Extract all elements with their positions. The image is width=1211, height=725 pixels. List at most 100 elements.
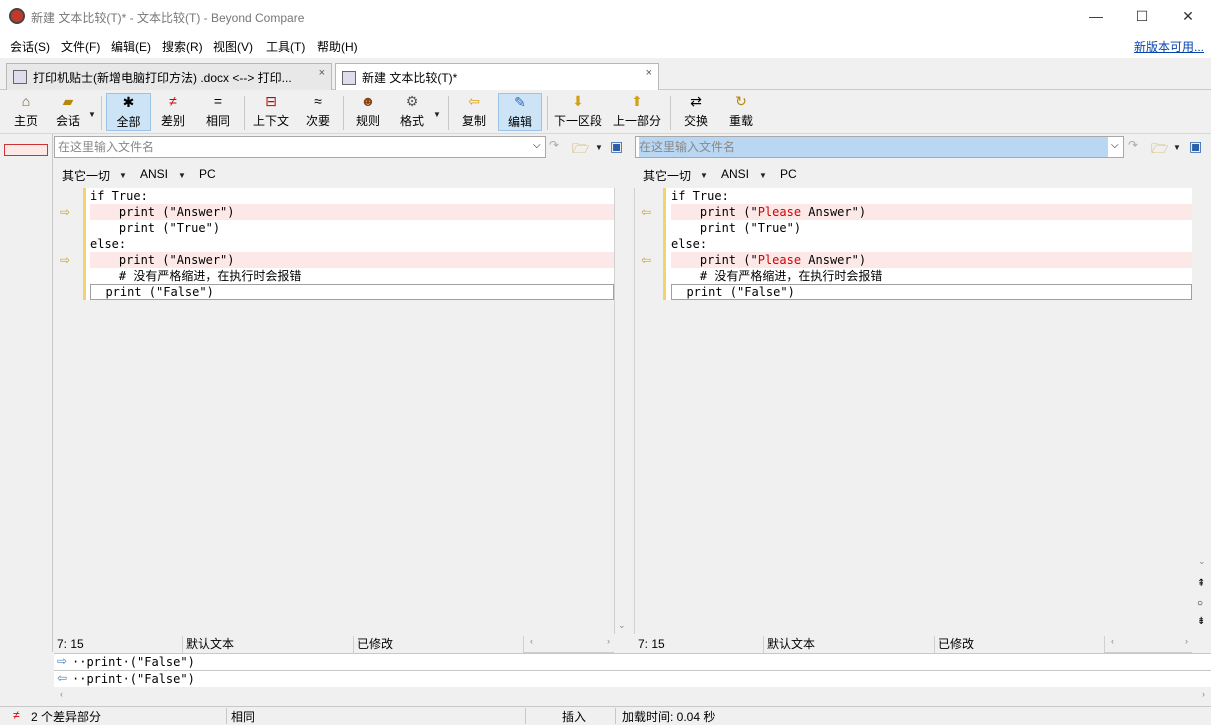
show-diffs-button[interactable]: ≠ 差别 [155,93,191,131]
right-modified-state: 已修改 [935,636,1105,653]
right-scroll-down-icon[interactable]: ⌄ [1198,556,1206,567]
right-format-select[interactable]: 其它一切 [643,167,691,184]
left-text-pane[interactable]: ⇨ ⇨ if True: print ("Answer") print ("Tr… [54,188,614,634]
menu-view[interactable]: 视图(V) [213,38,253,55]
left-encoding-dropdown-icon[interactable]: ▼ [178,171,186,180]
left-line-5: print ("Answer") [90,252,614,268]
tab-text-compare[interactable]: 新建 文本比较(T)* × [335,63,659,91]
right-diff-arrow-icon[interactable]: ⇦ [641,253,651,267]
menu-tools[interactable]: 工具(T) [266,38,305,55]
approx-icon: ≈ [314,93,322,109]
diff-overview-thumbnail[interactable] [4,144,48,156]
scroll-right-icon[interactable]: › [607,636,610,646]
next-diff-nav-icon[interactable]: ⇟ [1197,616,1205,627]
format-dropdown-icon[interactable]: ▼ [433,110,441,119]
edit-button[interactable]: ✎ 编辑 [498,93,542,131]
left-h-scrollbar[interactable]: ‹ › [524,636,614,653]
right-line-4: else: [671,237,708,251]
tab-word-compare[interactable]: 打印机贴士(新增电脑打印方法) .docx <--> 打印... × [6,63,332,90]
left-cursor-position: 7: 15 [54,636,183,653]
right-folder-dropdown-icon[interactable]: ▼ [1173,143,1181,152]
menu-help[interactable]: 帮助(H) [317,38,358,55]
session-dropdown-icon[interactable]: ▼ [88,110,96,119]
scroll-left-icon[interactable]: ‹ [1111,636,1114,646]
detail-h-scrollbar[interactable]: ‹ › [54,687,1211,705]
context-button[interactable]: ⊟ 上下文 [250,93,292,131]
close-tab-icon[interactable]: × [319,67,325,79]
left-scroll-down-icon[interactable]: ⌄ [618,620,626,631]
not-equal-status-icon: ≠ [13,708,20,722]
beyond-compare-logo-icon [9,8,25,24]
right-format-dropdown-icon[interactable]: ▼ [700,171,708,180]
close-tab-icon[interactable]: × [646,67,652,79]
right-line-1: if True: [671,189,729,203]
right-line-2: print ("Please Answer") [671,204,1192,220]
tab-label: 新建 文本比较(T)* [362,71,458,85]
right-arrow-marker-icon: ⇦ [57,671,68,685]
copy-button[interactable]: ⇦ 复制 [456,93,492,131]
right-save-icon[interactable]: ▣ [1189,138,1202,155]
detail-line-left: ⇨ ··print·("False") [54,653,1211,670]
minor-button[interactable]: ≈ 次要 [300,93,336,131]
left-open-folder-icon[interactable]: 🗁 [572,138,589,162]
left-filename-input[interactable]: 在这里输入文件名 [54,136,546,158]
minimize-button[interactable]: — [1073,0,1119,32]
right-diff-arrow-icon[interactable]: ⇦ [641,205,651,219]
format-button[interactable]: ⚙ 格式 [394,93,430,131]
menu-edit[interactable]: 编辑(E) [111,38,151,55]
home-button[interactable]: ⌂ 主页 [8,93,44,131]
right-lineend-label[interactable]: PC [780,167,797,181]
right-open-folder-icon[interactable]: 🗁 [1151,138,1168,162]
left-folder-dropdown-icon[interactable]: ▼ [595,143,603,152]
center-splitter[interactable] [614,188,635,634]
right-encoding-dropdown-icon[interactable]: ▼ [759,171,767,180]
next-section-button[interactable]: ⬇ 下一区段 [552,93,604,131]
status-divider [226,708,227,724]
left-diff-arrow-icon[interactable]: ⇨ [60,253,70,267]
menu-file[interactable]: 文件(F) [61,38,100,55]
toolbar-separator [244,96,245,130]
right-refresh-icon[interactable]: ↷ [1128,138,1138,152]
session-button[interactable]: ▰ 会话 [50,93,86,131]
menu-session[interactable]: 会话(S) [10,38,50,55]
reload-icon: ↻ [735,93,747,109]
right-h-scrollbar[interactable]: ‹ › [1105,636,1192,653]
scroll-left-icon[interactable]: ‹ [60,689,63,699]
left-lineend-label[interactable]: PC [199,167,216,181]
prev-diff-nav-icon[interactable]: ⇞ [1197,578,1205,589]
close-button[interactable]: ✕ [1165,0,1211,32]
right-text-pane[interactable]: ⇦ ⇦ if True: print ("Please Answer") pri… [635,188,1192,634]
scroll-left-icon[interactable]: ‹ [530,636,533,646]
right-scrollbar[interactable] [1192,188,1211,634]
right-cursor-position: 7: 15 [635,636,764,653]
left-format-select[interactable]: 其它一切 [62,167,110,184]
show-all-button[interactable]: ✱ 全部 [106,93,151,131]
update-available-link[interactable]: 新版本可用... [1134,38,1204,55]
left-encoding-select[interactable]: ANSI [140,167,168,181]
left-text-mode: 默认文本 [183,636,354,653]
detail-line-right: ⇦ ··print·("False") [54,670,1211,687]
up-arrow-icon: ⬆ [631,93,643,109]
left-refresh-icon[interactable]: ↷ [549,138,559,152]
current-diff-nav-icon[interactable]: ○ [1197,598,1203,609]
maximize-button[interactable]: ☐ [1119,0,1165,32]
left-history-dropdown-icon[interactable]: ⌵ [533,140,541,151]
prev-section-button[interactable]: ⬆ 上一部分 [611,93,663,131]
right-line-5: print ("Please Answer") [671,252,1192,268]
scroll-right-icon[interactable]: › [1202,689,1205,699]
status-bar [0,706,1211,725]
right-history-dropdown-icon[interactable]: ⌵ [1111,140,1119,151]
right-filename-placeholder: 在这里输入文件名 [639,137,1108,157]
left-diff-arrow-icon[interactable]: ⇨ [60,205,70,219]
left-save-icon[interactable]: ▣ [610,138,623,155]
swap-button[interactable]: ⇄ 交换 [678,93,714,131]
menu-search[interactable]: 搜索(R) [162,38,203,55]
right-encoding-select[interactable]: ANSI [721,167,749,181]
reload-button[interactable]: ↻ 重载 [723,93,759,131]
scroll-right-icon[interactable]: › [1185,636,1188,646]
toolbar-separator [101,96,102,130]
rules-button[interactable]: ☻ 规则 [350,93,386,131]
left-format-dropdown-icon[interactable]: ▼ [119,171,127,180]
right-filename-input[interactable]: 在这里输入文件名 [635,136,1124,158]
show-same-button[interactable]: = 相同 [200,93,236,131]
